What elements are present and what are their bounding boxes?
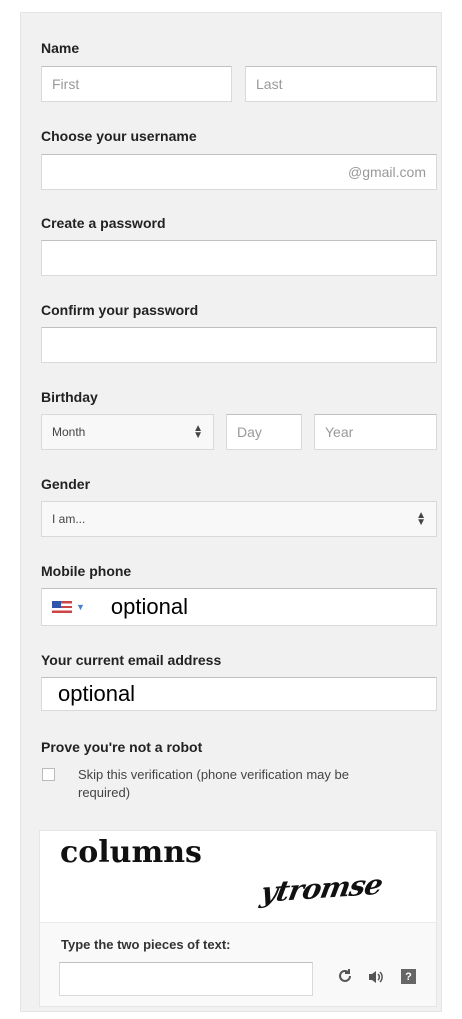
birthday-month-select[interactable]: Month ▲ ▼ bbox=[41, 414, 214, 450]
captcha-input[interactable] bbox=[59, 962, 313, 996]
password-input[interactable] bbox=[41, 240, 437, 276]
skip-verification-line1: Skip this verification (phone verificati… bbox=[78, 767, 349, 782]
email-label: Your current email address bbox=[41, 652, 222, 668]
updown-arrows-icon: ▲ ▼ bbox=[416, 510, 426, 528]
skip-verification-text: Skip this verification (phone verificati… bbox=[78, 766, 349, 802]
name-label: Name bbox=[41, 40, 80, 56]
captcha-prompt: Type the two pieces of text: bbox=[61, 937, 231, 952]
current-email-input[interactable]: optional bbox=[41, 677, 437, 711]
robot-label: Prove you're not a robot bbox=[41, 739, 203, 755]
birthday-year-input[interactable]: Year bbox=[314, 414, 437, 450]
skip-verification-line2: required) bbox=[78, 785, 131, 800]
mobile-phone-label: Mobile phone bbox=[41, 563, 132, 579]
username-label: Choose your username bbox=[41, 128, 197, 144]
email-optional-note: optional bbox=[58, 681, 136, 706]
refresh-icon[interactable] bbox=[337, 968, 353, 989]
birthday-year-placeholder: Year bbox=[325, 424, 354, 440]
password-label: Create a password bbox=[41, 215, 166, 231]
updown-arrows-icon: ▲ ▼ bbox=[193, 423, 203, 441]
dropdown-caret-icon[interactable]: ▼ bbox=[76, 602, 85, 612]
captcha-word-1: columns bbox=[60, 835, 202, 870]
last-name-placeholder: Last bbox=[256, 76, 283, 92]
help-icon[interactable]: ? bbox=[401, 969, 416, 984]
birthday-month-value: Month bbox=[52, 425, 86, 439]
skip-verification-checkbox[interactable] bbox=[42, 768, 55, 781]
mobile-optional-note: optional bbox=[110, 594, 188, 619]
birthday-day-placeholder: Day bbox=[237, 424, 262, 440]
confirm-password-label: Confirm your password bbox=[41, 302, 199, 318]
birthday-label: Birthday bbox=[41, 389, 98, 405]
gender-select[interactable]: I am... ▲ ▼ bbox=[41, 501, 437, 537]
gender-label: Gender bbox=[41, 476, 91, 492]
birthday-day-input[interactable]: Day bbox=[226, 414, 302, 450]
first-name-placeholder: First bbox=[52, 76, 80, 92]
mobile-phone-input[interactable]: ▼ optional bbox=[41, 588, 437, 626]
gender-value: I am... bbox=[52, 512, 86, 526]
last-name-input[interactable]: Last bbox=[245, 66, 437, 102]
confirm-password-input[interactable] bbox=[41, 327, 437, 363]
username-input[interactable]: @gmail.com bbox=[41, 154, 437, 190]
first-name-input[interactable]: First bbox=[41, 66, 232, 102]
us-flag-icon[interactable] bbox=[52, 601, 72, 613]
audio-icon[interactable] bbox=[367, 969, 385, 990]
gmail-suffix: @gmail.com bbox=[347, 164, 426, 180]
